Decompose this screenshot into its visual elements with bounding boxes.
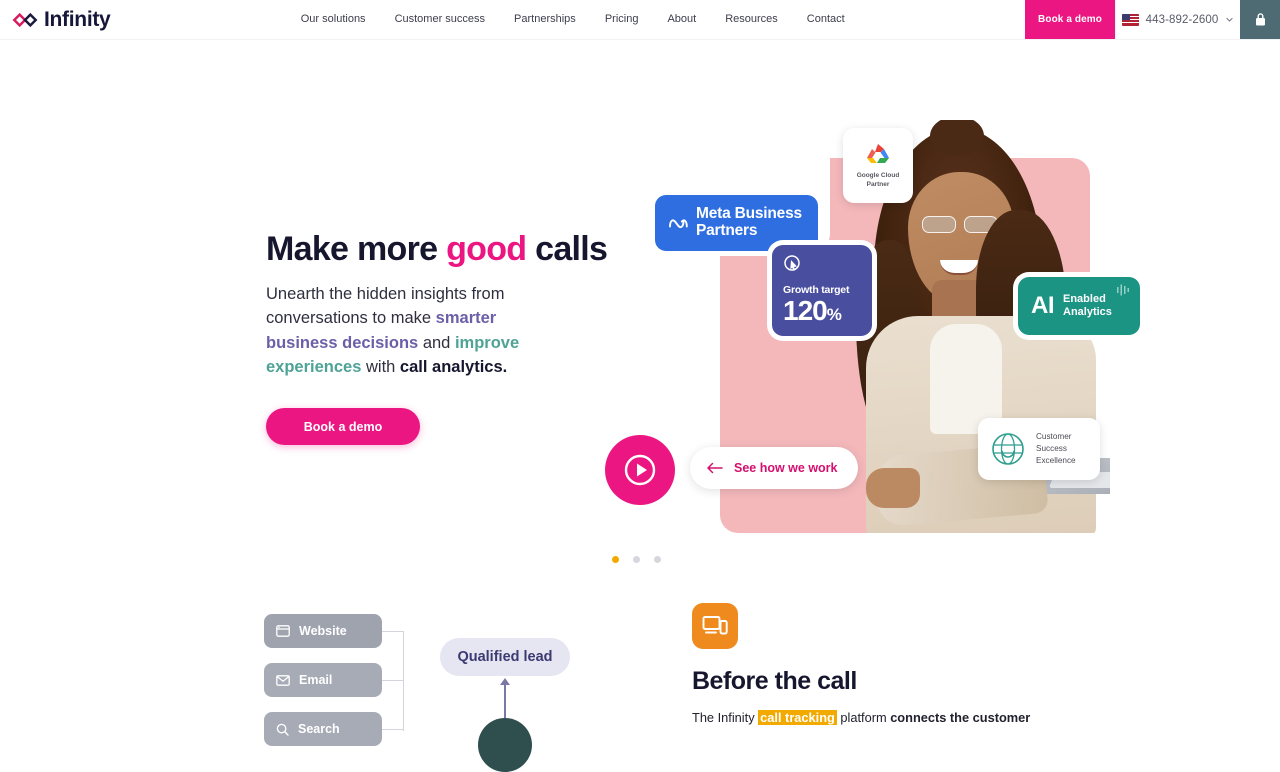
flow-connector-2 (382, 680, 404, 682)
nav-item-about[interactable]: About (667, 14, 696, 25)
before-the-call-title: Before the call (692, 667, 857, 695)
target-cursor-icon (784, 255, 800, 271)
meta-badge-line-1: Meta Business (696, 205, 802, 223)
meta-badge-line-2: Partners (696, 222, 758, 239)
ai-badge-line-1: Enabled (1063, 293, 1106, 306)
site-header: Infinity Our solutions Customer success … (0, 0, 1280, 40)
headline-part-2: calls (526, 230, 608, 268)
sub-bold-phrase: call analytics. (399, 357, 508, 376)
sub-part-2: and (418, 333, 455, 352)
nav-item-partnerships[interactable]: Partnerships (514, 14, 576, 25)
hero-headline: Make more good calls (266, 230, 640, 269)
gcp-line-1: Google Cloud (856, 172, 900, 180)
carousel-dots (612, 556, 661, 563)
lock-icon (1255, 13, 1265, 26)
cse-badge-text: Customer Success Excellence (1036, 431, 1076, 467)
qualified-lead-label: Qualified lead (457, 649, 553, 665)
gcp-badge-text: Google Cloud Partner (857, 172, 900, 190)
see-how-we-work-button[interactable]: See how we work (690, 447, 858, 489)
google-cloud-icon (867, 144, 889, 164)
waveform-icon (1117, 284, 1129, 296)
hero-artwork: Meta Business Partners Google Cloud Part… (600, 120, 1160, 540)
lead-flow-diagram: Website Email Search Qualified lead (264, 600, 664, 772)
see-how-label: See how we work (734, 461, 838, 475)
nav-item-pricing[interactable]: Pricing (605, 14, 639, 25)
video-play-button[interactable] (605, 435, 675, 505)
growth-unit: % (826, 305, 842, 324)
nav-item-our-solutions[interactable]: Our solutions (301, 14, 366, 25)
cse-line-1: Customer (1036, 432, 1072, 442)
arrow-left-icon (707, 462, 723, 474)
flow-chip-website-label: Website (299, 624, 347, 638)
flow-arrow-shaft (504, 680, 506, 718)
play-button-icon (624, 454, 656, 486)
body-highlight-call-tracking: call tracking (758, 710, 837, 725)
carousel-dot-2[interactable] (633, 556, 640, 563)
security-lock-button[interactable] (1240, 0, 1280, 39)
cse-line-3: Excellence (1036, 455, 1076, 465)
nav-item-contact[interactable]: Contact (807, 14, 845, 25)
body-bold-phrase: connects the customer (890, 710, 1031, 725)
badge-growth-target: Growth target 120% (772, 245, 872, 336)
headline-accent: good (446, 230, 527, 268)
gcp-line-2: Partner (866, 181, 890, 188)
flow-connector-1 (382, 631, 404, 633)
before-the-call-block: Before the call The Infinity call tracki… (692, 603, 1162, 728)
ai-badge-acronym: AI (1031, 292, 1055, 319)
growth-number: 120 (783, 295, 828, 326)
magnifier-icon (276, 723, 289, 736)
browser-window-icon (276, 625, 290, 637)
us-flag-icon (1121, 13, 1139, 26)
badge-google-cloud-partner: Google Cloud Partner (843, 128, 913, 203)
infinity-logo-icon (12, 12, 38, 27)
brand-name: Infinity (44, 8, 111, 31)
flow-chip-email-label: Email (299, 673, 333, 687)
badge-customer-success-excellence: Customer Success Excellence (978, 418, 1100, 480)
nav-item-customer-success[interactable]: Customer success (395, 14, 485, 25)
cse-line-2: Success (1036, 444, 1067, 454)
hero-book-demo-button[interactable]: Book a demo (266, 408, 420, 446)
phone-selector[interactable]: 443-892-2600 (1115, 0, 1240, 39)
globe-ribbon-icon (992, 433, 1024, 465)
carousel-dot-3[interactable] (654, 556, 661, 563)
hand-shape (866, 468, 920, 508)
before-the-call-icon-tile (692, 603, 738, 649)
lower-section: Website Email Search Qualified lead Befo… (0, 588, 1280, 772)
headline-part-1: Make more (266, 230, 447, 268)
brand-logo[interactable]: Infinity (0, 0, 120, 39)
body-part-2: platform (836, 710, 891, 725)
header-book-demo-button[interactable]: Book a demo (1025, 0, 1115, 39)
envelope-icon (276, 674, 290, 686)
hero-subheadline: Unearth the hidden insights from convers… (266, 282, 566, 380)
devices-icon (702, 616, 728, 635)
chevron-down-icon (1226, 17, 1234, 22)
hero-copy: Make more good calls Unearth the hidden … (0, 112, 640, 446)
sub-part-3: with (361, 357, 400, 376)
body-part-1: The Infinity (692, 710, 759, 725)
hero-section: Make more good calls Unearth the hidden … (0, 40, 1280, 535)
flow-chip-search-label: Search (298, 722, 340, 736)
flow-connector-3 (382, 729, 404, 731)
phone-number: 443-892-2600 (1145, 13, 1219, 26)
before-the-call-body: The Infinity call tracking platform conn… (692, 709, 1162, 728)
badge-meta-business-partners: Meta Business Partners (655, 195, 818, 251)
meta-infinity-icon (669, 218, 688, 228)
flow-chip-search[interactable]: Search (264, 712, 382, 746)
flow-node-circle (478, 718, 532, 772)
carousel-dot-1[interactable] (612, 556, 619, 563)
flow-chip-email[interactable]: Email (264, 663, 382, 697)
nav-item-resources[interactable]: Resources (725, 14, 778, 25)
badge-ai-enabled-analytics: AI Enabled Analytics (1018, 277, 1140, 335)
flow-chip-website[interactable]: Website (264, 614, 382, 648)
ai-badge-line-2: Analytics (1063, 306, 1112, 318)
flow-connector-trunk (403, 631, 405, 731)
growth-target-value: 120% (783, 297, 862, 325)
main-navigation: Our solutions Customer success Partnersh… (120, 0, 1025, 39)
qualified-lead-pill: Qualified lead (440, 638, 570, 676)
